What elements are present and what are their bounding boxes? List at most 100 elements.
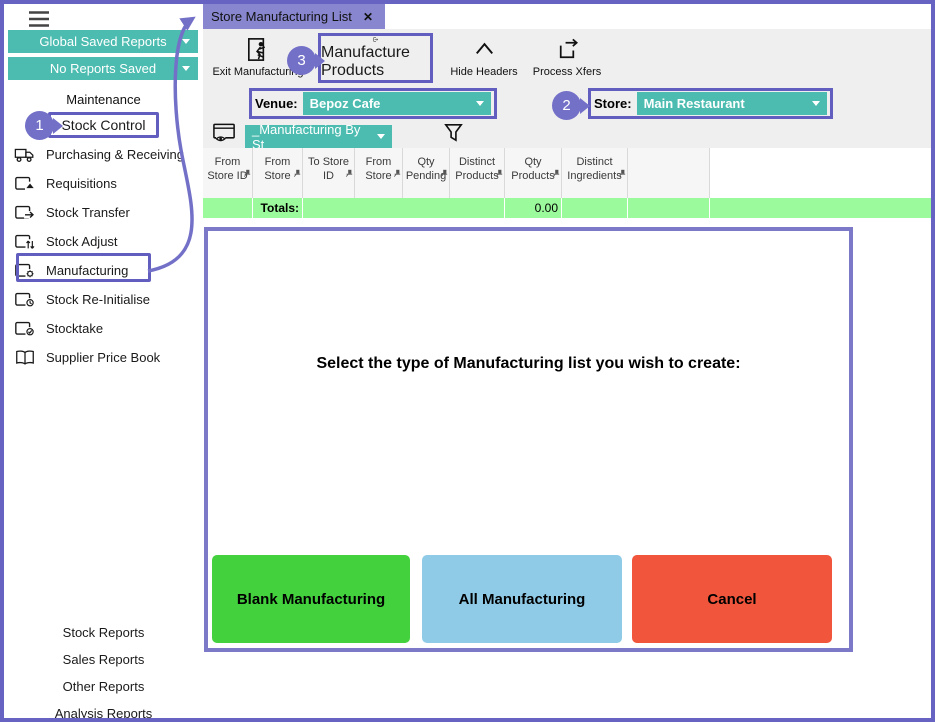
column-header-from-store-2[interactable]: From Store [355, 148, 403, 198]
pin-icon[interactable] [495, 169, 503, 177]
pin-icon[interactable] [393, 169, 401, 177]
sidebar-item-other-reports[interactable]: Other Reports [4, 679, 203, 694]
hamburger-menu-icon[interactable] [28, 10, 50, 28]
sidebar-item-stock-re-initialise[interactable]: Stock Re-Initialise [4, 285, 203, 314]
sidebar-item-stock-transfer[interactable]: Stock Transfer [4, 198, 203, 227]
sidebar-item-label: Supplier Price Book [46, 350, 160, 365]
pin-icon[interactable] [440, 169, 448, 177]
sidebar-item-supplier-price-book[interactable]: Supplier Price Book [4, 343, 203, 372]
store-label: Store: [594, 96, 632, 111]
pin-icon[interactable] [293, 169, 301, 177]
pin-icon[interactable] [618, 169, 626, 177]
pin-icon[interactable] [552, 169, 560, 177]
totals-cell-empty [710, 198, 931, 218]
grid-header-row: From Store ID From Store To Store ID Fro… [203, 148, 931, 198]
totals-label-cell: Totals: [253, 198, 303, 218]
box-gear-icon [14, 261, 36, 280]
sidebar-item-stocktake[interactable]: Stocktake [4, 314, 203, 343]
chevron-up-icon [470, 35, 499, 64]
box-export-up-icon [553, 35, 582, 64]
chevron-down-icon [812, 101, 820, 106]
chevron-down-icon [182, 39, 190, 44]
chevron-down-icon [182, 66, 190, 71]
sidebar-item-manufacturing[interactable]: Manufacturing [4, 256, 203, 285]
process-xfers-button[interactable]: Process Xfers [526, 35, 608, 78]
sidebar-item-analysis-reports[interactable]: Analysis Reports [4, 706, 203, 721]
annotation-badge-1: 1 [25, 111, 54, 140]
all-manufacturing-button[interactable]: All Manufacturing [422, 555, 622, 643]
store-selector-group: Store: Main Restaurant [588, 88, 833, 119]
box-check-icon [14, 319, 36, 338]
store-value: Main Restaurant [644, 96, 745, 111]
sidebar-item-stock-reports[interactable]: Stock Reports [4, 625, 203, 640]
global-saved-reports-dropdown[interactable]: Global Saved Reports [8, 30, 198, 53]
sidebar-item-label: Manufacturing [46, 263, 128, 278]
sidebar-item-label: Requisitions [46, 176, 117, 191]
column-header-distinct-products[interactable]: Distinct Products [450, 148, 505, 198]
box-clock-icon [14, 290, 36, 309]
venue-selector-group: Venue: Bepoz Cafe [249, 88, 497, 119]
sidebar-item-stock-control[interactable]: Stock Control [48, 112, 158, 138]
tab-title: Store Manufacturing List [211, 9, 352, 24]
grid-layout-dropdown[interactable]: _Manufacturing By St [245, 125, 392, 148]
sidebar-item-stock-adjust[interactable]: Stock Adjust [4, 227, 203, 256]
column-header-to-store-id[interactable]: To Store ID [303, 148, 355, 198]
totals-cell-empty [303, 198, 505, 218]
hide-headers-label: Hide Headers [450, 66, 517, 78]
column-header-distinct-ingredients[interactable]: Distinct Ingredients [562, 148, 628, 198]
grid-view-eye-icon [211, 121, 238, 146]
maintenance-menu: Purchasing & Receiving Requisitions Stoc… [4, 140, 203, 372]
chevron-down-icon [476, 101, 484, 106]
hide-headers-button[interactable]: Hide Headers [446, 35, 522, 78]
chevron-down-icon [377, 134, 385, 139]
sidebar-item-label: Stock Re-Initialise [46, 292, 150, 307]
sidebar-item-purchasing-receiving[interactable]: Purchasing & Receiving [4, 140, 203, 169]
truck-icon [14, 145, 36, 164]
venue-label: Venue: [255, 96, 298, 111]
pin-icon[interactable] [345, 169, 353, 177]
sidebar-item-label: Stock Transfer [46, 205, 130, 220]
annotation-badge-2: 2 [552, 91, 581, 120]
store-dropdown[interactable]: Main Restaurant [637, 92, 827, 115]
exit-door-icon [244, 35, 273, 64]
manufacturing-type-dialog: Select the type of Manufacturing list yo… [204, 227, 853, 652]
column-header-from-store-id[interactable]: From Store ID [203, 148, 253, 198]
totals-cell-empty [628, 198, 710, 218]
box-eject-icon [14, 174, 36, 193]
box-arrow-right-icon [14, 203, 36, 222]
totals-qty-products-cell: 0.00 [505, 198, 562, 218]
sidebar-item-label: Stocktake [46, 321, 103, 336]
grid-header-filler [710, 148, 931, 198]
blank-manufacturing-button[interactable]: Blank Manufacturing [212, 555, 410, 643]
pin-icon[interactable] [243, 169, 251, 177]
no-reports-saved-dropdown[interactable]: No Reports Saved [8, 57, 198, 80]
manufacture-products-label: Manufacture Products [321, 44, 430, 80]
tab-store-manufacturing-list[interactable]: Store Manufacturing List ✕ [203, 4, 385, 29]
totals-row: Totals: 0.00 [203, 198, 931, 218]
box-export-icon [361, 36, 390, 43]
global-saved-reports-label: Global Saved Reports [39, 34, 166, 49]
venue-dropdown[interactable]: Bepoz Cafe [303, 92, 491, 115]
filter-button[interactable] [440, 121, 467, 146]
dialog-prompt: Select the type of Manufacturing list yo… [208, 355, 849, 373]
column-header-qty-pending[interactable]: Qty Pending [403, 148, 450, 198]
sidebar-item-label: Purchasing & Receiving [46, 147, 184, 162]
sidebar-item-sales-reports[interactable]: Sales Reports [4, 652, 203, 667]
annotation-badge-3: 3 [287, 46, 316, 75]
column-header-empty[interactable] [628, 148, 710, 198]
totals-cell-empty [203, 198, 253, 218]
sidebar-item-requisitions[interactable]: Requisitions [4, 169, 203, 198]
cancel-button[interactable]: Cancel [632, 555, 832, 643]
close-icon[interactable]: ✕ [359, 10, 377, 24]
totals-cell-empty [562, 198, 628, 218]
manufacture-products-button[interactable]: Manufacture Products [318, 33, 433, 83]
grid-layout-value: _Manufacturing By St [252, 122, 374, 152]
box-up-down-icon [14, 232, 36, 251]
column-header-from-store[interactable]: From Store [253, 148, 303, 198]
column-header-qty-products[interactable]: Qty Products [505, 148, 562, 198]
open-book-icon [14, 348, 36, 367]
maintenance-heading: Maintenance [4, 92, 203, 107]
grid-view-button[interactable] [211, 121, 238, 146]
process-xfers-label: Process Xfers [533, 66, 601, 78]
no-reports-saved-label: No Reports Saved [50, 61, 156, 76]
